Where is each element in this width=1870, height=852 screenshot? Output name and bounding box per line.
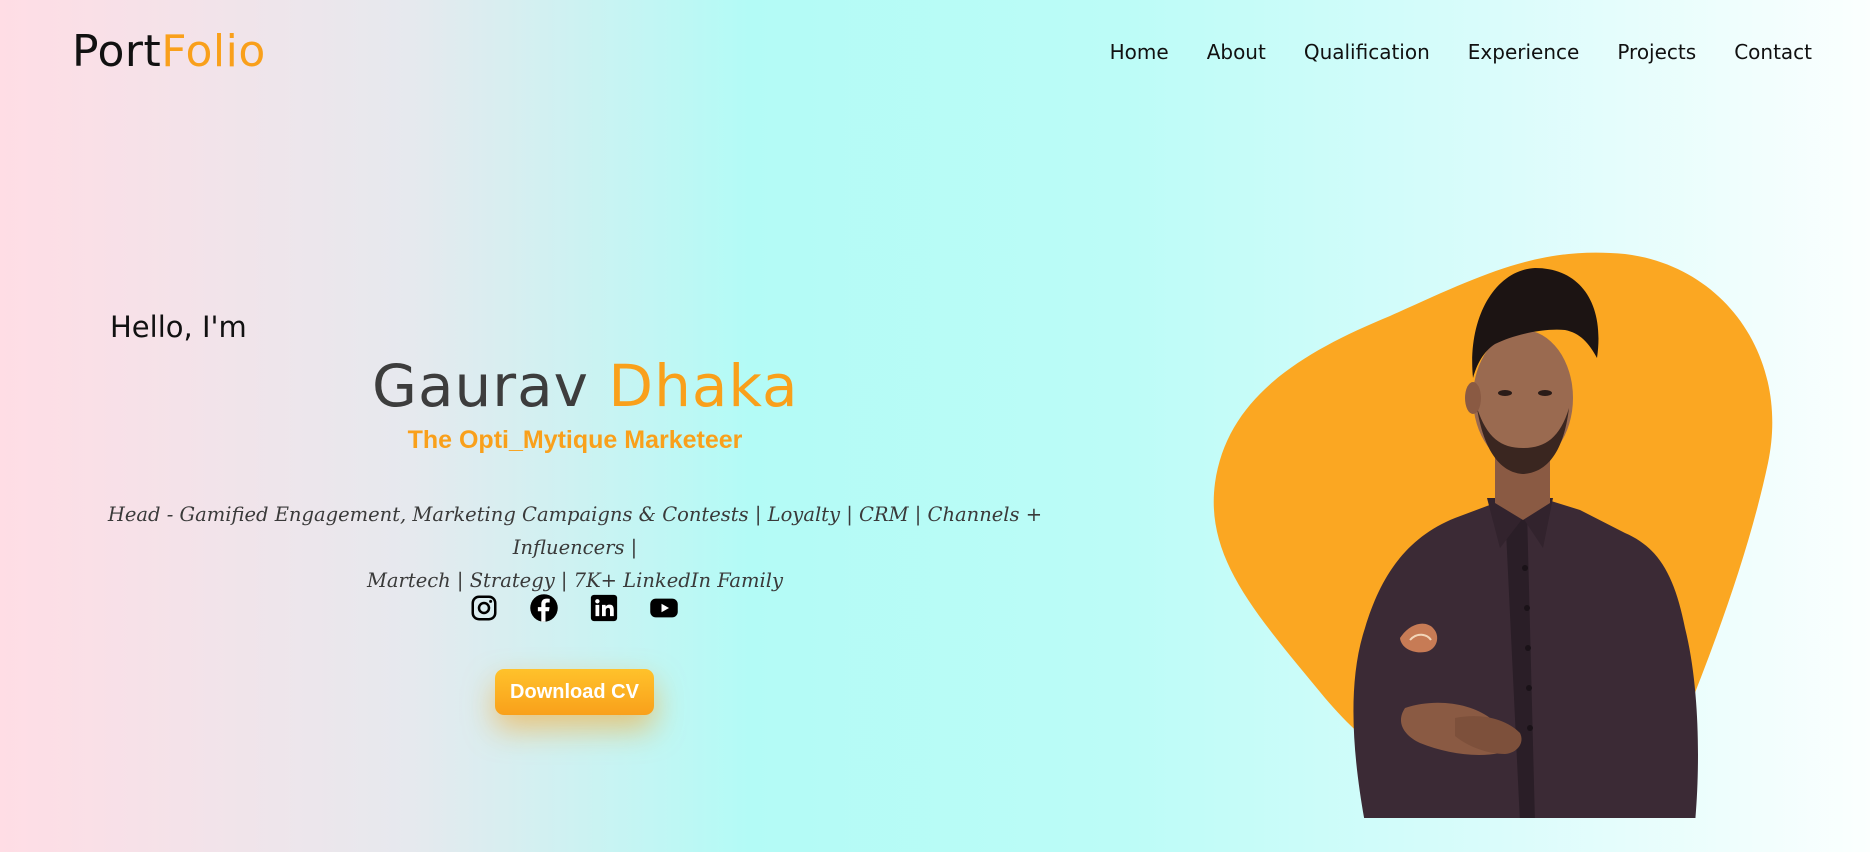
facebook-link[interactable] [528,592,560,624]
instagram-link[interactable] [468,592,500,624]
instagram-icon [471,595,497,621]
profile-photo [1213,252,1773,818]
facebook-icon [530,594,558,622]
hero-description-line-1: Head - Gamified Engagement, Marketing Ca… [107,503,1043,559]
main-nav: Home About Qualification Experience Proj… [1110,38,1812,66]
hero-name: Gaurav Dhaka [372,352,798,420]
hero-last-name: Dhaka [608,352,799,420]
nav-about[interactable]: About [1207,38,1266,66]
linkedin-icon [590,594,618,622]
youtube-link[interactable] [648,592,680,624]
hero-greeting: Hello, I'm [110,310,247,344]
nav-experience[interactable]: Experience [1468,38,1580,66]
nav-qualification[interactable]: Qualification [1304,38,1430,66]
nav-contact[interactable]: Contact [1734,38,1812,66]
hero-tagline: The Opti_Mytique Marketeer [407,426,743,454]
logo[interactable]: PortFolio [72,24,266,80]
logo-part-port: Port [72,26,162,77]
download-cv-button[interactable]: Download CV [495,669,654,715]
hero-first-name: Gaurav [372,352,589,420]
logo-part-folio: Folio [161,26,266,77]
nav-projects[interactable]: Projects [1617,38,1696,66]
social-links [468,592,680,624]
nav-home[interactable]: Home [1110,38,1169,66]
youtube-icon [650,598,678,618]
hero-description: Head - Gamified Engagement, Marketing Ca… [70,498,1080,597]
linkedin-link[interactable] [588,592,620,624]
